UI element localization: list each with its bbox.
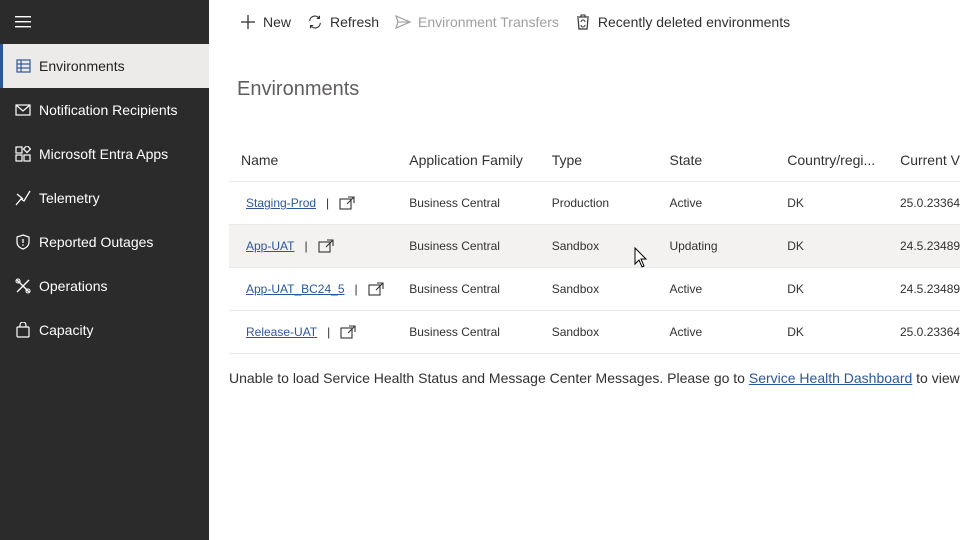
recently-deleted-button[interactable]: Recently deleted environments — [575, 14, 790, 30]
sidebar-item-notification-recipients[interactable]: Notification Recipients — [0, 88, 209, 132]
type-cell: Production — [551, 196, 610, 210]
version-cell: 25.0.23364 — [900, 196, 960, 210]
open-external-icon[interactable] — [318, 239, 334, 253]
table-header: Name Application Family Type State Count… — [229, 138, 960, 182]
refresh-icon — [307, 14, 323, 30]
state-cell: Active — [669, 282, 703, 296]
open-external-icon[interactable] — [340, 325, 356, 339]
sidebar-item-label: Capacity — [39, 322, 94, 338]
country-cell: DK — [787, 239, 804, 253]
column-header-country[interactable]: Country/regi... — [787, 152, 900, 168]
sidebar: Environments Notification Recipients Mic… — [0, 0, 209, 540]
operations-icon — [15, 278, 31, 294]
apps-icon — [15, 146, 31, 162]
plus-icon — [240, 14, 256, 30]
environment-transfers-button[interactable]: Environment Transfers — [395, 14, 559, 30]
message-text-before: Unable to load Service Health Status and… — [229, 370, 749, 386]
type-cell: Sandbox — [551, 282, 600, 296]
version-cell: 24.5.23489 — [900, 239, 960, 253]
column-header-state[interactable]: State — [670, 152, 788, 168]
open-external-icon[interactable] — [339, 196, 355, 210]
table-icon — [15, 58, 31, 74]
type-cell: Sandbox — [551, 239, 600, 253]
sidebar-item-environments[interactable]: Environments — [0, 44, 209, 88]
mail-icon — [15, 102, 31, 118]
send-icon — [395, 14, 412, 30]
country-cell: DK — [787, 282, 804, 296]
sidebar-item-reported-outages[interactable]: Reported Outages — [0, 220, 209, 264]
country-cell: DK — [787, 196, 804, 210]
separator: | — [304, 239, 308, 253]
separator: | — [327, 325, 331, 339]
sidebar-item-label: Telemetry — [39, 190, 100, 206]
environment-link[interactable]: Release-UAT — [246, 325, 317, 339]
sidebar-item-operations[interactable]: Operations — [0, 264, 209, 308]
recently-deleted-label: Recently deleted environments — [597, 14, 791, 30]
sidebar-item-label: Operations — [39, 278, 108, 294]
environment-link[interactable]: App-UAT_BC24_5 — [246, 282, 345, 296]
environment-link[interactable]: Staging-Prod — [246, 196, 316, 210]
name-cell: Staging-Prod | — [229, 196, 409, 210]
family-cell: Business Central — [409, 325, 500, 339]
shield-alert-icon — [15, 234, 31, 250]
family-cell: Business Central — [409, 196, 500, 210]
separator: | — [354, 282, 358, 296]
family-cell: Business Central — [409, 239, 500, 253]
command-bar: New Refresh Environment Transfers Recent… — [209, 0, 960, 44]
state-cell: Updating — [669, 239, 718, 253]
column-header-name[interactable]: Name — [229, 152, 409, 168]
recycle-bin-icon — [575, 14, 591, 30]
separator: | — [326, 196, 330, 210]
type-cell: Sandbox — [551, 325, 600, 339]
environment-transfers-label: Environment Transfers — [418, 14, 559, 30]
bag-icon — [15, 322, 31, 338]
column-header-type[interactable]: Type — [552, 152, 670, 168]
environment-link[interactable]: App-UAT — [246, 239, 294, 253]
refresh-button[interactable]: Refresh — [307, 14, 379, 30]
table-row[interactable]: Release-UAT | Business Central Sandbox A… — [229, 311, 960, 354]
table-row[interactable]: App-UAT | Business Central Sandbox Updat… — [229, 225, 960, 268]
sidebar-item-label: Notification Recipients — [39, 102, 178, 118]
service-health-dashboard-link[interactable]: Service Health Dashboard — [749, 370, 912, 386]
state-cell: Active — [669, 196, 703, 210]
name-cell: App-UAT | — [229, 239, 409, 253]
new-button-label: New — [263, 14, 292, 30]
sidebar-item-label: Microsoft Entra Apps — [39, 146, 169, 162]
table-row[interactable]: App-UAT_BC24_5 | Business Central Sandbo… — [229, 268, 960, 311]
new-button[interactable]: New — [240, 14, 291, 30]
open-external-icon[interactable] — [368, 282, 384, 296]
page-title: Environments — [237, 78, 360, 100]
sidebar-item-entra-apps[interactable]: Microsoft Entra Apps — [0, 132, 209, 176]
family-cell: Business Central — [409, 282, 500, 296]
sidebar-item-label: Reported Outages — [39, 234, 154, 250]
hamburger-icon[interactable] — [15, 14, 33, 30]
sidebar-item-telemetry[interactable]: Telemetry — [0, 176, 209, 220]
sidebar-item-capacity[interactable]: Capacity — [0, 308, 209, 352]
environments-table: Name Application Family Type State Count… — [229, 138, 960, 354]
sidebar-nav: Environments Notification Recipients Mic… — [0, 44, 209, 352]
column-header-version[interactable]: Current V — [900, 152, 960, 168]
refresh-button-label: Refresh — [330, 14, 380, 30]
name-cell: App-UAT_BC24_5 | — [229, 282, 409, 296]
column-header-family[interactable]: Application Family — [409, 152, 552, 168]
telemetry-icon — [15, 190, 31, 206]
sidebar-item-label: Environments — [39, 58, 125, 74]
table-row[interactable]: Staging-Prod | Business Central Producti… — [229, 182, 960, 225]
service-health-message: Unable to load Service Health Status and… — [229, 370, 960, 386]
version-cell: 25.0.23364 — [900, 325, 960, 339]
version-cell: 24.5.23489 — [900, 282, 960, 296]
message-text-after: to view service — [916, 370, 960, 386]
mouse-cursor-icon — [634, 246, 648, 269]
name-cell: Release-UAT | — [229, 325, 409, 339]
country-cell: DK — [787, 325, 804, 339]
state-cell: Active — [669, 325, 703, 339]
